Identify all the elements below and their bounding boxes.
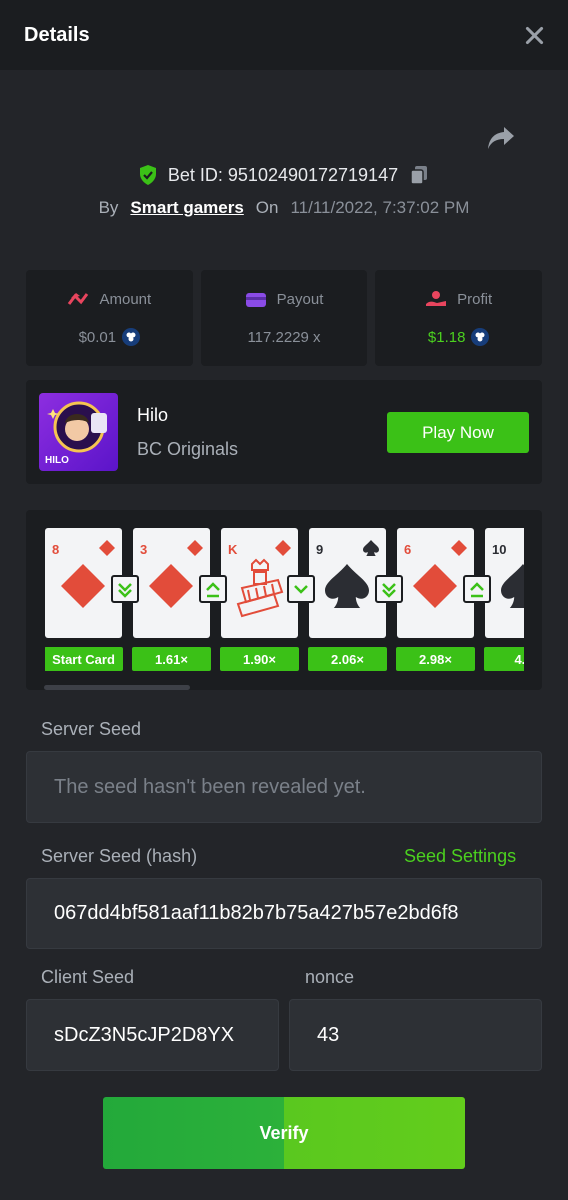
verified-shield-icon bbox=[139, 165, 156, 185]
cards-strip[interactable]: 8 Start Card 3 1.61× K 1.90× 9 2.06× 6 2.98× 10 4.8 bbox=[45, 528, 524, 680]
game-thumbnail[interactable]: HILO bbox=[39, 393, 118, 471]
diamond-suit-icon bbox=[234, 558, 286, 623]
cards-history: 8 Start Card 3 1.61× K 1.90× 9 2.06× 6 2.98× 10 4.8 bbox=[26, 510, 542, 690]
diamond-suit-icon bbox=[149, 564, 193, 613]
seed-settings-link[interactable]: Seed Settings bbox=[404, 846, 516, 867]
verify-button[interactable]: Verify bbox=[103, 1097, 465, 1169]
diamond-suit-icon bbox=[61, 564, 105, 613]
amount-value: $0.01 bbox=[78, 328, 117, 346]
cards-scrollbar[interactable] bbox=[44, 685, 190, 690]
client-seed-field[interactable]: sDcZ3N5cJP2D8YX bbox=[26, 999, 279, 1071]
profit-label: Profit bbox=[457, 290, 493, 308]
profit-icon bbox=[426, 291, 447, 306]
diamond-suit-icon bbox=[413, 564, 457, 613]
server-seed-field[interactable]: The seed hasn't been revealed yet. bbox=[26, 751, 542, 823]
close-icon[interactable] bbox=[524, 25, 544, 45]
bet-id: Bet ID: 95102490172719147 bbox=[167, 164, 399, 185]
on-label: On bbox=[255, 198, 279, 217]
spade-suit-icon bbox=[363, 540, 379, 561]
diamond-suit-icon bbox=[99, 540, 115, 561]
diamond-suit-icon bbox=[187, 540, 203, 561]
guess-lower-or-same-icon bbox=[375, 575, 403, 603]
card-rank: 8 bbox=[52, 542, 60, 557]
amount-label: Amount bbox=[99, 290, 152, 308]
client-seed-label: Client Seed bbox=[41, 967, 135, 987]
game-card: HILO Hilo BC Originals Play Now bbox=[26, 380, 542, 484]
page-title: Details bbox=[24, 23, 90, 46]
share-icon[interactable] bbox=[486, 124, 516, 152]
card-multiplier: 2.06× bbox=[308, 647, 387, 671]
guess-higher-or-same-icon bbox=[463, 575, 491, 603]
by-label: By bbox=[98, 198, 119, 217]
nonce-field[interactable]: 43 bbox=[289, 999, 542, 1071]
card-rank: 6 bbox=[404, 542, 412, 557]
profit-stat: Profit $1.18 bbox=[375, 270, 543, 366]
spade-suit-icon bbox=[325, 564, 369, 613]
spade-suit-icon bbox=[501, 564, 524, 613]
guess-lower-or-same-icon bbox=[111, 575, 139, 603]
guess-higher-or-same-icon bbox=[199, 575, 227, 603]
card-rank: K bbox=[228, 542, 238, 557]
details-header: Details bbox=[0, 0, 568, 70]
game-thumb-label: HILO bbox=[45, 455, 69, 466]
server-seed-label: Server Seed bbox=[41, 719, 142, 739]
bet-stats: Amount $0.01 Payout 117.2229 x Profit $1… bbox=[26, 270, 543, 366]
user-link[interactable]: Smart gamers bbox=[130, 198, 243, 218]
bet-date: 11/11/2022, 7:37:02 PM bbox=[290, 198, 470, 217]
card-rank: 9 bbox=[316, 542, 324, 557]
card-rank: 3 bbox=[140, 542, 148, 557]
nonce-label: nonce bbox=[305, 967, 355, 987]
play-now-button[interactable]: Play Now bbox=[387, 412, 529, 453]
game-name: Hilo bbox=[137, 405, 169, 425]
guess-lower-icon bbox=[287, 575, 315, 603]
card-multiplier: Start Card bbox=[45, 647, 123, 671]
payout-label: Payout bbox=[276, 291, 324, 308]
amount-icon bbox=[68, 293, 89, 305]
coin-icon bbox=[471, 328, 490, 346]
card-multiplier: 2.98× bbox=[396, 647, 475, 671]
payout-value: 117.2229 x bbox=[247, 328, 321, 346]
card-rank: 10 bbox=[492, 542, 507, 557]
payout-stat: Payout 117.2229 x bbox=[200, 270, 368, 366]
card-multiplier: 1.61× bbox=[132, 647, 211, 671]
card-multiplier: 4.8 bbox=[484, 647, 524, 671]
card-multiplier: 1.90× bbox=[220, 647, 299, 671]
game-provider: BC Originals bbox=[137, 439, 239, 459]
payout-icon bbox=[245, 292, 266, 307]
bet-id-row: Bet ID: 95102490172719147 bbox=[0, 164, 568, 186]
coin-icon bbox=[122, 328, 141, 346]
profit-value: $1.18 bbox=[427, 328, 466, 346]
bet-author-row: By Smart gamers On 11/11/2022, 7:37:02 P… bbox=[0, 198, 568, 218]
server-seed-hash-field[interactable]: 067dd4bf581aaf11b82b7b75a427b57e2bd6f8 bbox=[26, 878, 542, 949]
amount-stat: Amount $0.01 bbox=[26, 270, 193, 366]
server-seed-hash-label: Server Seed (hash) bbox=[41, 846, 198, 866]
diamond-suit-icon bbox=[451, 540, 467, 561]
copy-icon[interactable] bbox=[408, 164, 430, 186]
